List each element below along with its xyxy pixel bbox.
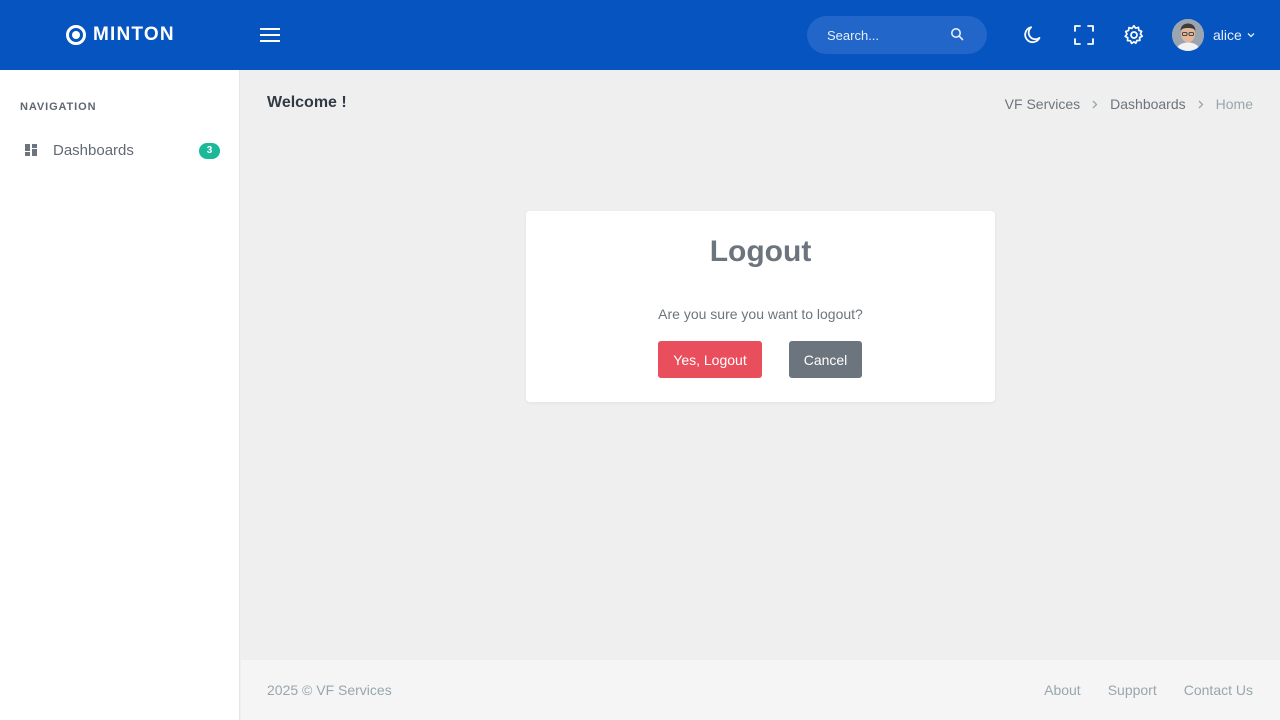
chevron-down-icon [1247,33,1255,38]
logout-dialog: Logout Are you sure you want to logout? … [526,211,995,402]
copyright-text: 2025 © VF Services [267,682,392,698]
sidebar: NAVIGATION Dashboards 3 [0,70,240,720]
user-menu[interactable]: alice [1172,19,1255,51]
dialog-title: Logout [709,235,812,268]
chevron-right-icon [1198,100,1204,109]
avatar [1172,19,1204,51]
footer: 2025 © VF Services About Support Contact… [241,660,1280,720]
confirm-logout-button[interactable]: Yes, Logout [658,341,762,378]
search-input[interactable] [807,16,957,54]
breadcrumb-current: Home [1215,96,1253,112]
sidebar-item-label: Dashboards [53,142,134,159]
dashboard-icon [25,144,37,156]
menu-toggle-button[interactable] [258,24,282,46]
footer-link-contact[interactable]: Contact Us [1184,682,1253,698]
footer-link-about[interactable]: About [1044,682,1081,698]
brand-logo[interactable]: MINTON [66,24,175,46]
brand-name: MINTON [93,24,175,45]
footer-link-support[interactable]: Support [1108,682,1157,698]
user-name: alice [1213,27,1242,43]
cancel-button[interactable]: Cancel [789,341,862,378]
fullscreen-button[interactable] [1073,24,1095,46]
breadcrumb: VF Services Dashboards Home [1005,96,1253,112]
page-title: Welcome ! [267,94,347,111]
dialog-message: Are you sure you want to logout? [658,306,863,322]
count-badge: 3 [199,143,220,159]
logo-mark-icon [66,25,86,45]
top-bar: MINTON Search... alice [0,0,1280,70]
breadcrumb-item[interactable]: VF Services [1005,96,1080,112]
search-icon [951,28,964,41]
breadcrumb-item[interactable]: Dashboards [1110,96,1186,112]
menu-icon [260,28,280,42]
fullscreen-icon [1074,25,1094,45]
gear-icon [1124,24,1144,45]
chevron-right-icon [1092,100,1098,109]
theme-toggle-button[interactable] [1022,24,1044,46]
nav-section-title: NAVIGATION [20,101,97,113]
footer-links: About Support Contact Us [1044,682,1253,698]
search-button[interactable] [950,27,966,43]
settings-button[interactable] [1123,24,1145,46]
moon-icon [1024,26,1041,44]
sidebar-item-dashboards[interactable]: Dashboards 3 [0,136,240,166]
